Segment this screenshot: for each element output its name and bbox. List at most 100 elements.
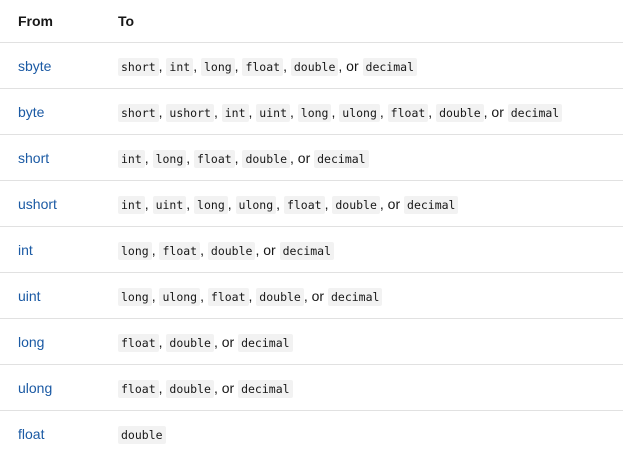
- to-cell: short, int, long, float, double, or deci…: [100, 42, 623, 89]
- from-cell: float: [0, 411, 100, 457]
- from-type-link[interactable]: byte: [18, 104, 44, 120]
- target-type-code: decimal: [362, 57, 417, 76]
- to-cell: float, double, or decimal: [100, 318, 623, 365]
- target-type-code: long: [118, 241, 152, 260]
- table-row: short int, long, float, double, or decima…: [0, 134, 623, 181]
- table-row: uint long, ulong, float, double, or decim…: [0, 272, 623, 319]
- target-type-code: int: [118, 149, 145, 168]
- target-type-code: decimal: [404, 195, 459, 214]
- table-row: ulong float, double, or decimal: [0, 364, 623, 411]
- table-row: long float, double, or decimal: [0, 318, 623, 365]
- to-cell: float, double, or decimal: [100, 364, 623, 411]
- from-cell: sbyte: [0, 42, 100, 89]
- target-type-code: decimal: [238, 333, 293, 352]
- from-cell: byte: [0, 88, 100, 135]
- target-type-code: long: [152, 149, 187, 168]
- target-type-code: float: [118, 379, 159, 398]
- from-type-link[interactable]: uint: [18, 288, 41, 304]
- target-type-code: ulong: [159, 287, 201, 306]
- to-cell: double: [100, 411, 623, 457]
- from-type-link[interactable]: long: [18, 334, 44, 350]
- target-type-code: decimal: [238, 379, 293, 398]
- from-cell: ushort: [0, 180, 100, 227]
- target-type-code: double: [118, 425, 166, 444]
- comma-separator: ,: [428, 103, 437, 120]
- header-from: From: [0, 0, 100, 43]
- target-type-code: int: [166, 57, 194, 76]
- comma-separator: ,: [200, 241, 208, 258]
- from-cell: long: [0, 318, 100, 365]
- comma-separator: ,: [200, 287, 208, 304]
- target-type-code: decimal: [327, 287, 383, 306]
- or-separator: , or: [213, 379, 239, 396]
- target-type-code: double: [207, 241, 256, 260]
- to-cell: int, uint, long, ulong, float, double, o…: [100, 180, 623, 227]
- table-header: From To: [0, 0, 623, 43]
- comma-separator: ,: [213, 103, 222, 120]
- comma-separator: ,: [186, 149, 195, 166]
- target-type-code: double: [436, 103, 484, 122]
- target-type-code: decimal: [279, 241, 335, 260]
- target-type-code: double: [290, 57, 339, 76]
- comma-separator: ,: [290, 103, 298, 120]
- target-type-code: long: [118, 287, 152, 306]
- from-type-link[interactable]: int: [18, 242, 33, 258]
- table-row: ushort int, uint, long, ulong, float, dou…: [0, 180, 623, 227]
- target-type-code: long: [200, 57, 235, 76]
- table-row: float double: [0, 411, 623, 457]
- target-type-code: decimal: [507, 103, 563, 122]
- table-row: byte short, ushort, int, uint, long, ulon…: [0, 88, 623, 135]
- from-type-link[interactable]: short: [18, 150, 49, 166]
- target-type-code: ulong: [235, 195, 277, 214]
- or-separator: , or: [379, 195, 405, 212]
- target-type-code: short: [118, 103, 159, 122]
- target-type-code: int: [221, 103, 249, 122]
- table-body: sbyte short, int, long, float, double, or…: [0, 42, 623, 457]
- or-separator: , or: [213, 333, 239, 350]
- comma-separator: ,: [227, 195, 236, 212]
- or-separator: , or: [338, 57, 363, 74]
- from-cell: uint: [0, 272, 100, 319]
- or-separator: , or: [290, 149, 315, 166]
- target-type-code: float: [194, 149, 235, 168]
- target-type-code: float: [118, 333, 159, 352]
- target-type-code: uint: [152, 195, 187, 214]
- from-cell: ulong: [0, 364, 100, 411]
- header-to: To: [100, 0, 623, 43]
- or-separator: , or: [483, 103, 508, 120]
- target-type-code: decimal: [314, 149, 369, 168]
- from-type-link[interactable]: ulong: [18, 380, 52, 396]
- or-separator: , or: [255, 241, 280, 258]
- comma-separator: ,: [193, 57, 201, 74]
- comma-separator: ,: [144, 149, 153, 166]
- to-cell: int, long, float, double, or decimal: [100, 134, 623, 181]
- from-type-link[interactable]: float: [18, 426, 44, 442]
- table-row: sbyte short, int, long, float, double, or…: [0, 42, 623, 89]
- or-separator: , or: [303, 287, 328, 304]
- comma-separator: ,: [379, 103, 388, 120]
- target-type-code: uint: [256, 103, 290, 122]
- target-type-code: long: [297, 103, 332, 122]
- comma-separator: ,: [276, 195, 284, 212]
- to-cell: long, float, double, or decimal: [100, 226, 623, 273]
- comma-separator: ,: [186, 195, 195, 212]
- target-type-code: double: [166, 333, 214, 352]
- table-row: int long, float, double, or decimal: [0, 226, 623, 273]
- comma-separator: ,: [283, 57, 291, 74]
- from-cell: short: [0, 134, 100, 181]
- from-type-link[interactable]: sbyte: [18, 58, 51, 74]
- target-type-code: double: [242, 149, 290, 168]
- target-type-code: float: [242, 57, 284, 76]
- target-type-code: float: [387, 103, 429, 122]
- target-type-code: ushort: [166, 103, 214, 122]
- from-type-link[interactable]: ushort: [18, 196, 57, 212]
- target-type-code: float: [207, 287, 249, 306]
- target-type-code: double: [166, 379, 214, 398]
- from-cell: int: [0, 226, 100, 273]
- target-type-code: float: [159, 241, 201, 260]
- to-cell: short, ushort, int, uint, long, ulong, f…: [100, 88, 623, 135]
- target-type-code: short: [118, 57, 159, 76]
- to-cell: long, ulong, float, double, or decimal: [100, 272, 623, 319]
- target-type-code: int: [118, 195, 145, 214]
- header-row: From To: [0, 0, 623, 43]
